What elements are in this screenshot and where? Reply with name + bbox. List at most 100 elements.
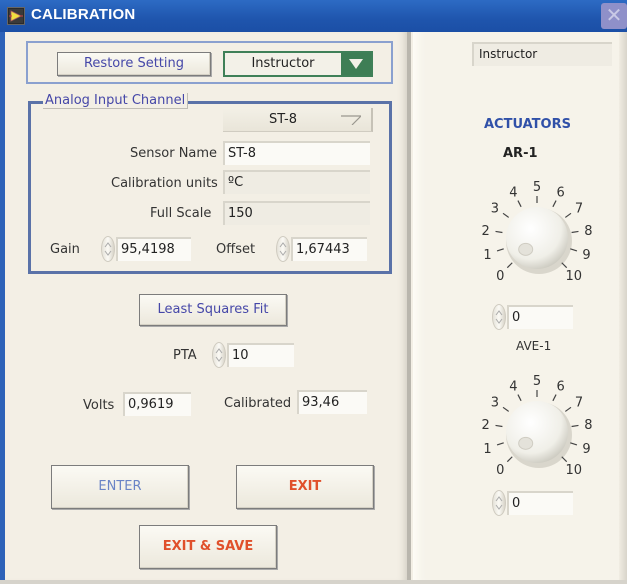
- knob-tick: [496, 442, 504, 446]
- actuators-title: ACTUATORS: [484, 117, 571, 132]
- knob-scale-label: 9: [582, 248, 590, 263]
- title-bar: CALIBRATION ✕: [0, 0, 627, 32]
- close-icon: ✕: [605, 3, 623, 27]
- knob-tick: [496, 248, 504, 252]
- window-border-bottom: [0, 580, 627, 584]
- actuator-ar1-value[interactable]: 0: [507, 305, 573, 329]
- up-down-arrows-icon: [215, 348, 223, 362]
- calibration-units-label: Calibration units: [111, 176, 218, 191]
- knob-scale-label: 6: [556, 186, 564, 201]
- window-border-right: [619, 32, 627, 580]
- knob-tick: [571, 230, 579, 234]
- chevron-down-icon: [341, 115, 361, 125]
- calibrated-field: 93,46: [297, 390, 367, 414]
- pta-field[interactable]: 10: [227, 343, 294, 367]
- knob-tick: [552, 394, 557, 402]
- knob-tick: [564, 406, 572, 412]
- up-down-arrows-icon: [104, 242, 112, 256]
- knob-scale-label: 3: [491, 395, 499, 410]
- exit-button[interactable]: EXIT: [236, 465, 374, 509]
- user-role-value: Instructor: [251, 56, 315, 71]
- full-scale-field: 150: [223, 201, 370, 225]
- knob-tick: [517, 394, 522, 402]
- actuator-ave1-knob[interactable]: 01 234 5 678 910: [472, 362, 602, 492]
- knob-tick: [570, 248, 578, 252]
- knob-scale-label: 4: [509, 186, 517, 201]
- knob-scale-label: 7: [575, 201, 583, 216]
- actuator-ave1-label: AVE-1: [516, 339, 552, 353]
- knob-scale-label: 8: [584, 418, 592, 433]
- labview-run-icon: [7, 7, 25, 25]
- knob-scale-label: 2: [481, 224, 489, 239]
- up-down-arrows-icon: [495, 496, 503, 510]
- calibration-units-field: ºC: [223, 170, 370, 194]
- knob-tick: [570, 442, 578, 446]
- knob-tick: [561, 456, 568, 463]
- knob-scale-label: 0: [496, 463, 504, 478]
- knob-scale-label: 8: [584, 224, 592, 239]
- knob-body[interactable]: [506, 401, 568, 463]
- knob-body[interactable]: [506, 207, 568, 269]
- knob-scale-label: 1: [483, 442, 491, 457]
- calibrated-label: Calibrated: [224, 396, 292, 411]
- up-down-arrows-icon: [495, 310, 503, 324]
- actuator-ar1-spinner[interactable]: [492, 304, 506, 330]
- knob-tick: [502, 406, 510, 412]
- actuator-ar1-label: AR-1: [503, 146, 538, 161]
- sensor-name-field[interactable]: ST-8: [223, 141, 370, 165]
- chevron-down-icon: [349, 59, 363, 69]
- knob-pointer: [518, 436, 534, 450]
- knob-scale-label: 5: [533, 374, 541, 389]
- channel-select-value: ST-8: [269, 112, 297, 127]
- offset-label: Offset: [216, 242, 256, 257]
- analog-input-group-label: Analog Input Channel: [43, 93, 189, 109]
- knob-scale-label: 7: [575, 395, 583, 410]
- role-display: Instructor: [472, 42, 612, 66]
- channel-select[interactable]: ST-8: [223, 108, 373, 132]
- knob-tick: [506, 262, 513, 269]
- user-role-select[interactable]: Instructor: [223, 51, 373, 77]
- actuator-ave1-value[interactable]: 0: [507, 491, 573, 515]
- pta-label: PTA: [173, 348, 197, 363]
- knob-scale-label: 5: [533, 180, 541, 195]
- knob-scale-label: 2: [481, 418, 489, 433]
- knob-tick: [561, 262, 568, 269]
- close-button[interactable]: ✕: [601, 3, 627, 29]
- offset-field[interactable]: 1,67443: [291, 237, 367, 261]
- exit-and-save-button[interactable]: EXIT & SAVE: [139, 525, 277, 569]
- knob-scale-label: 3: [491, 201, 499, 216]
- sensor-name-label: Sensor Name: [130, 146, 218, 161]
- offset-spinner[interactable]: [276, 236, 290, 262]
- volts-field: 0,9619: [123, 392, 191, 416]
- gain-spinner[interactable]: [101, 236, 115, 262]
- least-squares-fit-button[interactable]: Least Squares Fit: [139, 294, 287, 326]
- knob-pointer: [518, 242, 534, 256]
- knob-scale-label: 10: [565, 269, 582, 284]
- knob-tick: [506, 456, 513, 463]
- enter-button[interactable]: ENTER: [51, 465, 189, 509]
- gain-field[interactable]: 95,4198: [116, 237, 191, 261]
- restore-setting-button[interactable]: Restore Setting: [57, 52, 211, 76]
- knob-tick: [517, 200, 522, 208]
- gain-label: Gain: [50, 242, 80, 257]
- knob-scale-label: 6: [556, 380, 564, 395]
- up-down-arrows-icon: [279, 242, 287, 256]
- knob-tick: [571, 424, 579, 428]
- actuator-ave1-spinner[interactable]: [492, 490, 506, 516]
- knob-tick: [564, 212, 572, 218]
- pta-spinner[interactable]: [212, 342, 226, 368]
- knob-scale-label: 4: [509, 380, 517, 395]
- knob-tick: [502, 212, 510, 218]
- window-title: CALIBRATION: [31, 6, 136, 23]
- knob-scale-label: 9: [582, 442, 590, 457]
- knob-tick: [552, 200, 557, 208]
- knob-scale-label: 0: [496, 269, 504, 284]
- full-scale-label: Full Scale: [150, 206, 212, 221]
- knob-scale-label: 1: [483, 248, 491, 263]
- knob-scale-label: 10: [565, 463, 582, 478]
- volts-label: Volts: [83, 398, 115, 413]
- dropdown-arrow[interactable]: [341, 53, 371, 75]
- knob-tick: [495, 230, 503, 234]
- knob-tick: [495, 424, 503, 428]
- actuator-ar1-knob[interactable]: 01 234 5 678 910: [472, 168, 602, 298]
